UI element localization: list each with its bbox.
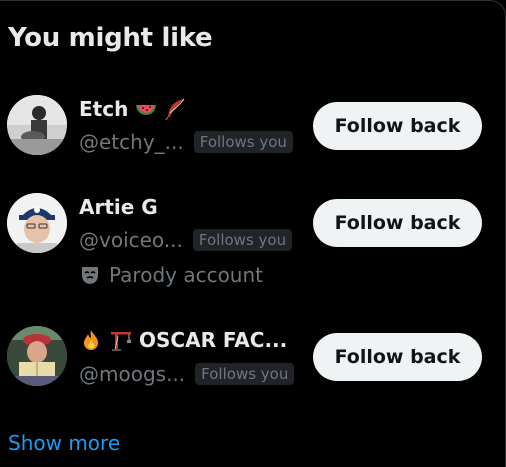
watermelon-icon [134, 97, 158, 121]
handle-line: @etchy_... Follows you [79, 130, 293, 154]
follows-you-badge: Follows you [192, 229, 293, 251]
user-name[interactable]: Artie G [79, 195, 158, 219]
who-to-follow-panel: You might like Etch @etchy_... Follows y… [0, 0, 506, 467]
feather-icon [164, 97, 188, 121]
parody-text: Parody account [109, 263, 264, 287]
user-name[interactable]: Etch [79, 97, 128, 121]
follow-back-button[interactable]: Follow back [313, 102, 482, 150]
follows-you-badge: Follows you [193, 131, 293, 153]
avatar[interactable] [7, 326, 67, 386]
follow-back-button[interactable]: Follow back [313, 199, 482, 247]
show-more-link[interactable]: Show more [8, 431, 120, 455]
user-name[interactable]: OSCAR FAC... [139, 328, 287, 352]
user-name-line: OSCAR FAC... [79, 328, 287, 352]
handle-line: @moogs... Follows you [79, 362, 295, 386]
user-name-line: Artie G [79, 195, 158, 219]
handle-line: @voiceo... Follows you [79, 228, 293, 252]
parody-mask-icon [79, 264, 101, 286]
user-handle[interactable]: @voiceo... [79, 228, 183, 252]
fire-icon [79, 328, 103, 352]
follows-you-badge: Follows you [195, 363, 295, 385]
crane-icon [109, 328, 133, 352]
follow-back-button[interactable]: Follow back [313, 333, 482, 381]
avatar[interactable] [7, 95, 67, 155]
avatar[interactable] [7, 193, 67, 253]
user-handle[interactable]: @etchy_... [79, 130, 184, 154]
parody-label: Parody account [79, 263, 263, 287]
user-name-line: Etch [79, 97, 188, 121]
section-title: You might like [8, 23, 213, 53]
user-handle[interactable]: @moogs... [79, 362, 185, 386]
